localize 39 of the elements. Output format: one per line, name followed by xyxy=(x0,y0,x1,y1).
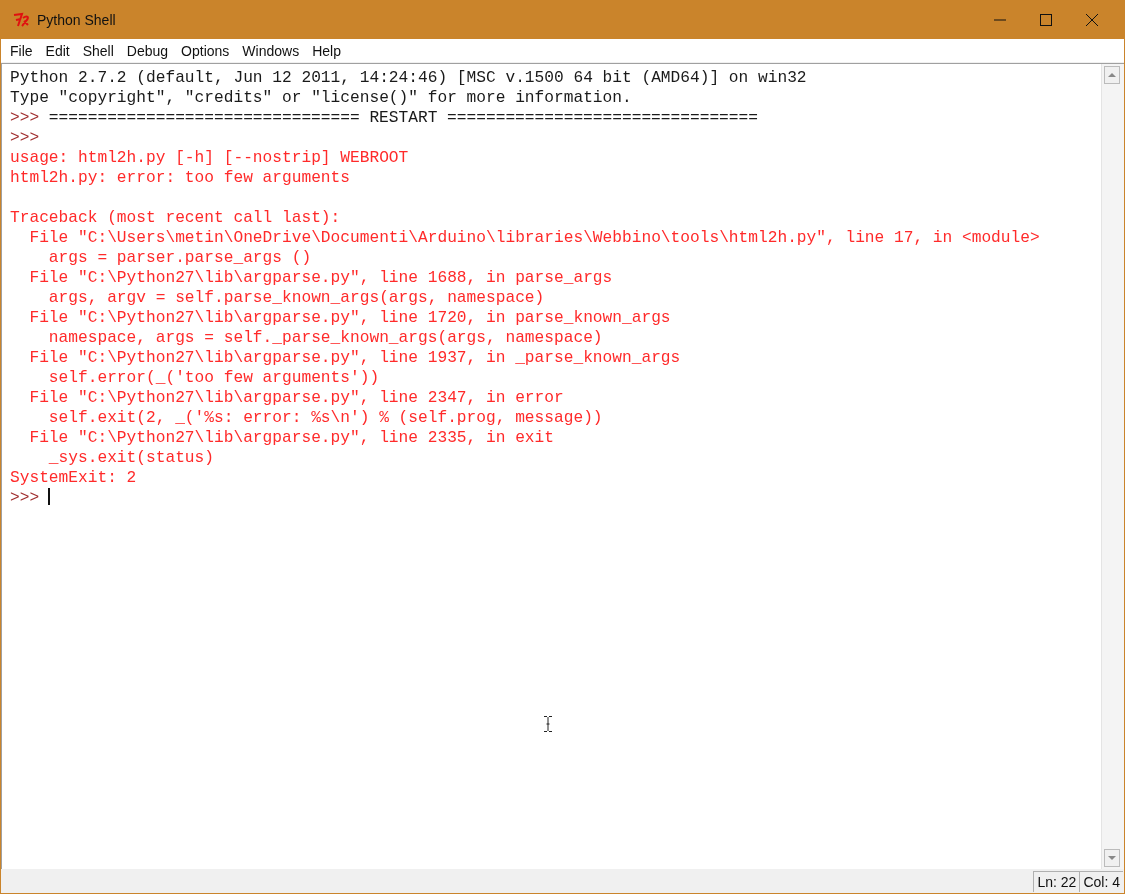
ibeam-cursor-icon xyxy=(544,716,552,732)
error-line: File "C:\Python27\lib\argparse.py", line 2347, in error xyxy=(28,389,564,407)
error-line: File "C:\Python27\lib\argparse.py", line 1688, in parse_args xyxy=(28,269,613,287)
output-line: Python 2.7.2 (default, Jun 12 2011, 14:24:46) [MSC v.1500 64 bit (AMD64)] on win32 xyxy=(10,69,807,87)
menu-item[interactable]: File xyxy=(5,42,38,59)
output-line: Type "copyright", "credits" or "license()" for more information. xyxy=(10,89,632,107)
menu-item[interactable]: Shell xyxy=(77,42,119,59)
restart-text: ================================ RESTART ================================ xyxy=(48,109,758,127)
line-number: Ln: 22 xyxy=(1033,870,1080,892)
scroll-down-icon[interactable] xyxy=(1104,849,1120,867)
prompt: >>> xyxy=(10,129,40,147)
error-line: _sys.exit(status) xyxy=(47,449,214,467)
error-line: SystemExit: 2 xyxy=(10,469,137,487)
error-line: File "C:\Python27\lib\argparse.py", line 1937, in _parse_known_args xyxy=(28,349,681,367)
prompt: >>> xyxy=(10,109,40,127)
error-line: args = parser.parse_args () xyxy=(47,249,312,267)
error-line: Traceback (most recent call last): xyxy=(10,209,341,227)
error-line: self.error(_('too few arguments')) xyxy=(47,369,380,387)
window-title: Python Shell xyxy=(37,11,116,28)
text-cursor xyxy=(48,488,51,505)
error-line: namespace, args = self._parse_known_args(args, namespace) xyxy=(47,329,603,347)
menu-item[interactable]: Help xyxy=(307,42,346,59)
menu-item[interactable]: Edit xyxy=(40,42,75,59)
menu-item[interactable]: Windows xyxy=(237,42,305,59)
error-line: File "C:\Users\metin\OneDrive\Documenti\Arduino\libraries\Webbino\tools\html2h.py", line 17, in <module> xyxy=(28,229,1040,247)
menu-item[interactable]: Debug xyxy=(121,42,174,59)
error-line: args, argv = self.parse_known_args(args, namespace) xyxy=(47,289,545,307)
error-line: File "C:\Python27\lib\argparse.py", line 1720, in parse_known_args xyxy=(28,309,671,327)
error-line: usage: html2h.py [-h] [--nostrip] WEBROOT xyxy=(10,149,409,167)
scroll-up-icon[interactable] xyxy=(1104,66,1120,84)
vertical-scrollbar[interactable] xyxy=(1101,64,1124,869)
close-icon[interactable] xyxy=(1086,13,1098,26)
maximize-icon[interactable] xyxy=(1040,13,1052,26)
error-line: File "C:\Python27\lib\argparse.py", line 2335, in exit xyxy=(28,429,554,447)
prompt: >>> xyxy=(10,489,40,507)
column-number: Col: 4 xyxy=(1079,870,1123,892)
error-line: html2h.py: error: too few arguments xyxy=(10,169,350,187)
error-line: self.exit(2, _('%s: error: %s\n') % (self.prog, message)) xyxy=(47,409,603,427)
menu-item[interactable]: Options xyxy=(176,42,235,59)
